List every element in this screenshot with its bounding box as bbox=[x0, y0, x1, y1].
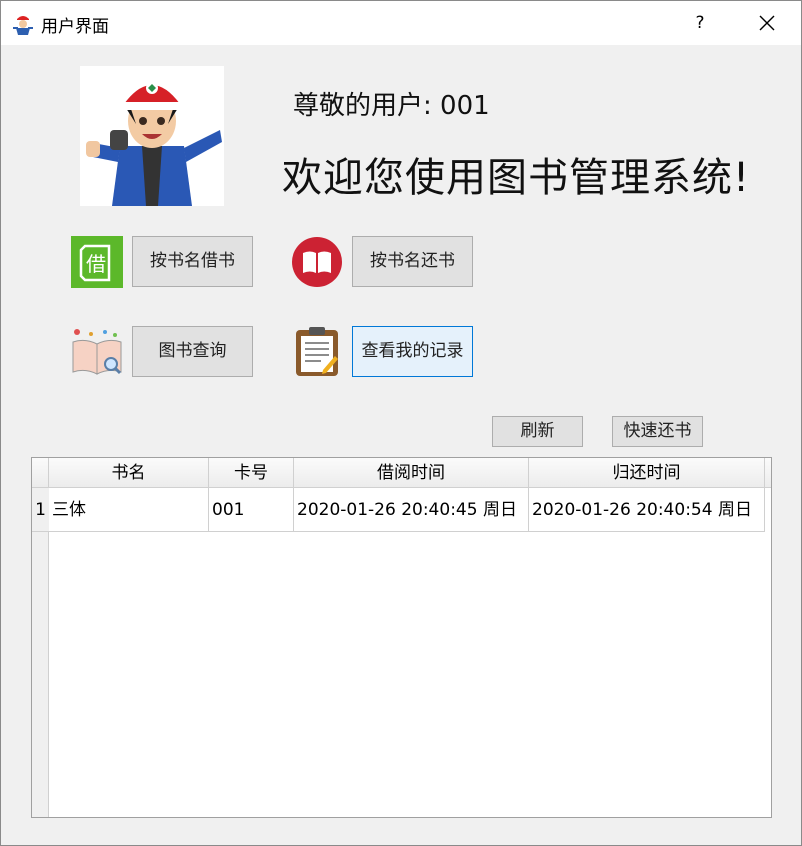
window-title: 用户界面 bbox=[41, 17, 109, 37]
row-number[interactable]: 1 bbox=[32, 488, 49, 532]
user-window: 用户界面 ? 尊敬的用户: 001 欢迎您使用图书管理系统! 借 按书名借书 按… bbox=[0, 0, 802, 846]
row-header-column bbox=[32, 488, 49, 817]
return-book-icon bbox=[292, 237, 342, 287]
table-corner bbox=[32, 458, 49, 488]
quick-return-button[interactable]: 快速还书 bbox=[612, 416, 703, 447]
refresh-button[interactable]: 刷新 bbox=[492, 416, 583, 447]
close-button[interactable] bbox=[745, 1, 791, 45]
book-search-button[interactable]: 图书查询 bbox=[132, 326, 253, 377]
return-by-name-button[interactable]: 按书名还书 bbox=[352, 236, 473, 287]
borrow-icon: 借 bbox=[71, 236, 123, 288]
column-header-book-name[interactable]: 书名 bbox=[49, 458, 209, 488]
book-search-icon bbox=[72, 329, 122, 375]
clipboard-icon bbox=[296, 327, 338, 376]
welcome-title: 欢迎您使用图书管理系统! bbox=[282, 155, 751, 201]
column-header-return-time[interactable]: 归还时间 bbox=[529, 458, 765, 488]
cell-return-time[interactable]: 2020-01-26 20:40:54 周日 bbox=[529, 488, 765, 532]
user-avatar bbox=[80, 66, 224, 206]
borrow-icon-glyph: 借 bbox=[86, 252, 106, 276]
column-header-borrow-time[interactable]: 借阅时间 bbox=[294, 458, 529, 488]
cell-card-no[interactable]: 001 bbox=[209, 488, 294, 532]
records-table[interactable]: 书名 卡号 借阅时间 归还时间 1 三体 001 2020-01-26 20:4… bbox=[31, 457, 772, 818]
help-button[interactable]: ? bbox=[677, 1, 723, 45]
cell-book-name[interactable]: 三体 bbox=[49, 488, 209, 532]
close-icon bbox=[759, 15, 775, 31]
cell-borrow-time[interactable]: 2020-01-26 20:40:45 周日 bbox=[294, 488, 529, 532]
app-character-icon bbox=[13, 16, 33, 35]
title-bar[interactable]: 用户界面 ? bbox=[1, 1, 801, 45]
borrow-by-name-button[interactable]: 按书名借书 bbox=[132, 236, 253, 287]
my-records-button[interactable]: 查看我的记录 bbox=[352, 326, 473, 377]
header-filler bbox=[765, 458, 771, 488]
column-header-card-no[interactable]: 卡号 bbox=[209, 458, 294, 488]
greeting-text: 尊敬的用户: 001 bbox=[293, 91, 490, 121]
